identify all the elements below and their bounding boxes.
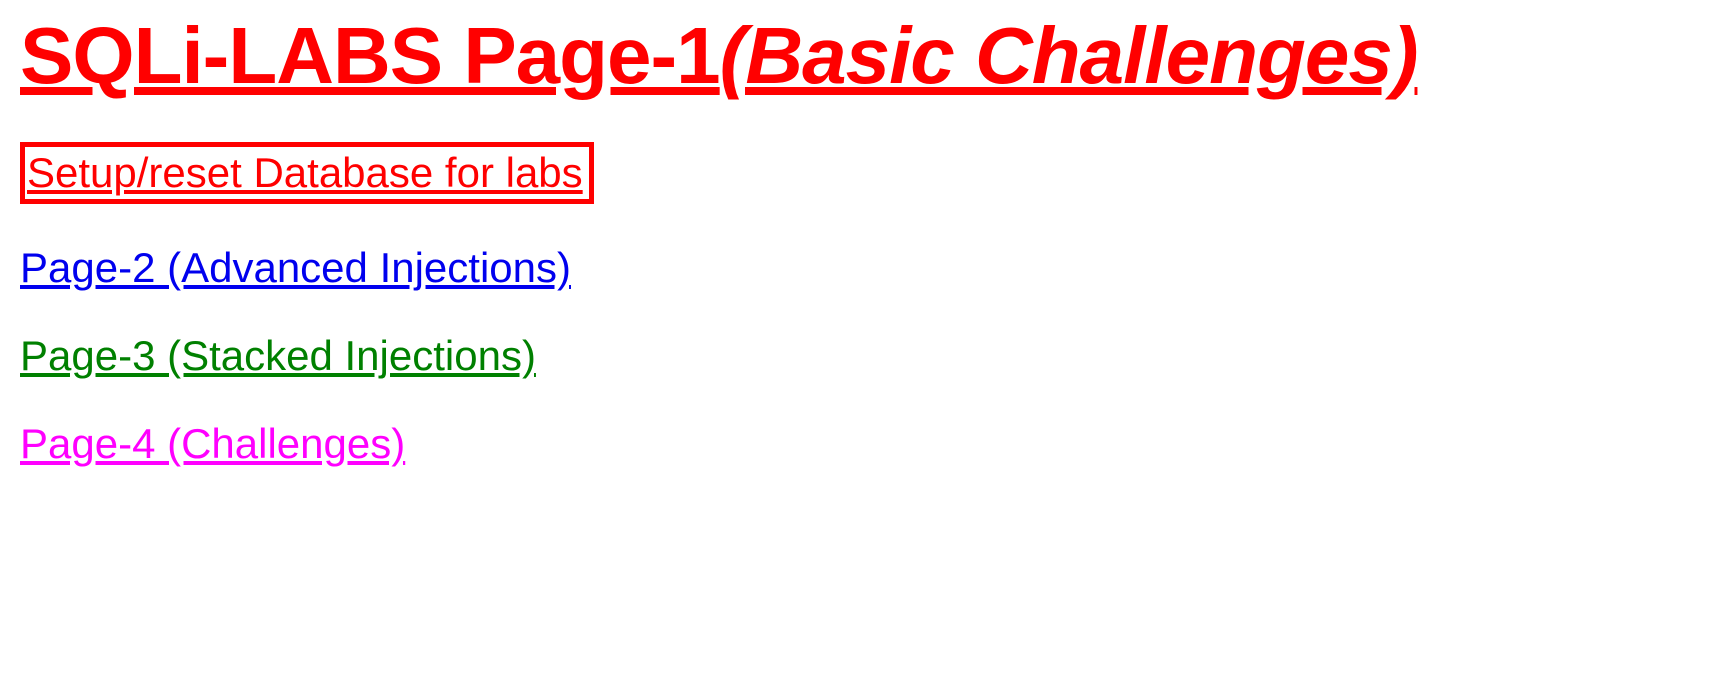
page-title-wrap: SQLi-LABS Page-1(Basic Challenges) <box>20 10 1710 102</box>
page-title-sub: (Basic Challenges) <box>720 11 1418 100</box>
page-3-link[interactable]: Page-3 (Stacked Injections) <box>20 332 536 379</box>
setup-link-highlight-box: Setup/reset Database for labs <box>20 142 594 204</box>
page3-link-row: Page-3 (Stacked Injections) <box>20 332 1710 380</box>
page4-link-row: Page-4 (Challenges) <box>20 420 1710 468</box>
setup-reset-link[interactable]: Setup/reset Database for labs <box>27 149 583 196</box>
page-title-main: SQLi-LABS Page-1 <box>20 11 720 100</box>
setup-link-row: Setup/reset Database for labs <box>20 132 1710 204</box>
page-4-link[interactable]: Page-4 (Challenges) <box>20 420 405 467</box>
page2-link-row: Page-2 (Advanced Injections) <box>20 244 1710 292</box>
page-2-link[interactable]: Page-2 (Advanced Injections) <box>20 244 571 291</box>
